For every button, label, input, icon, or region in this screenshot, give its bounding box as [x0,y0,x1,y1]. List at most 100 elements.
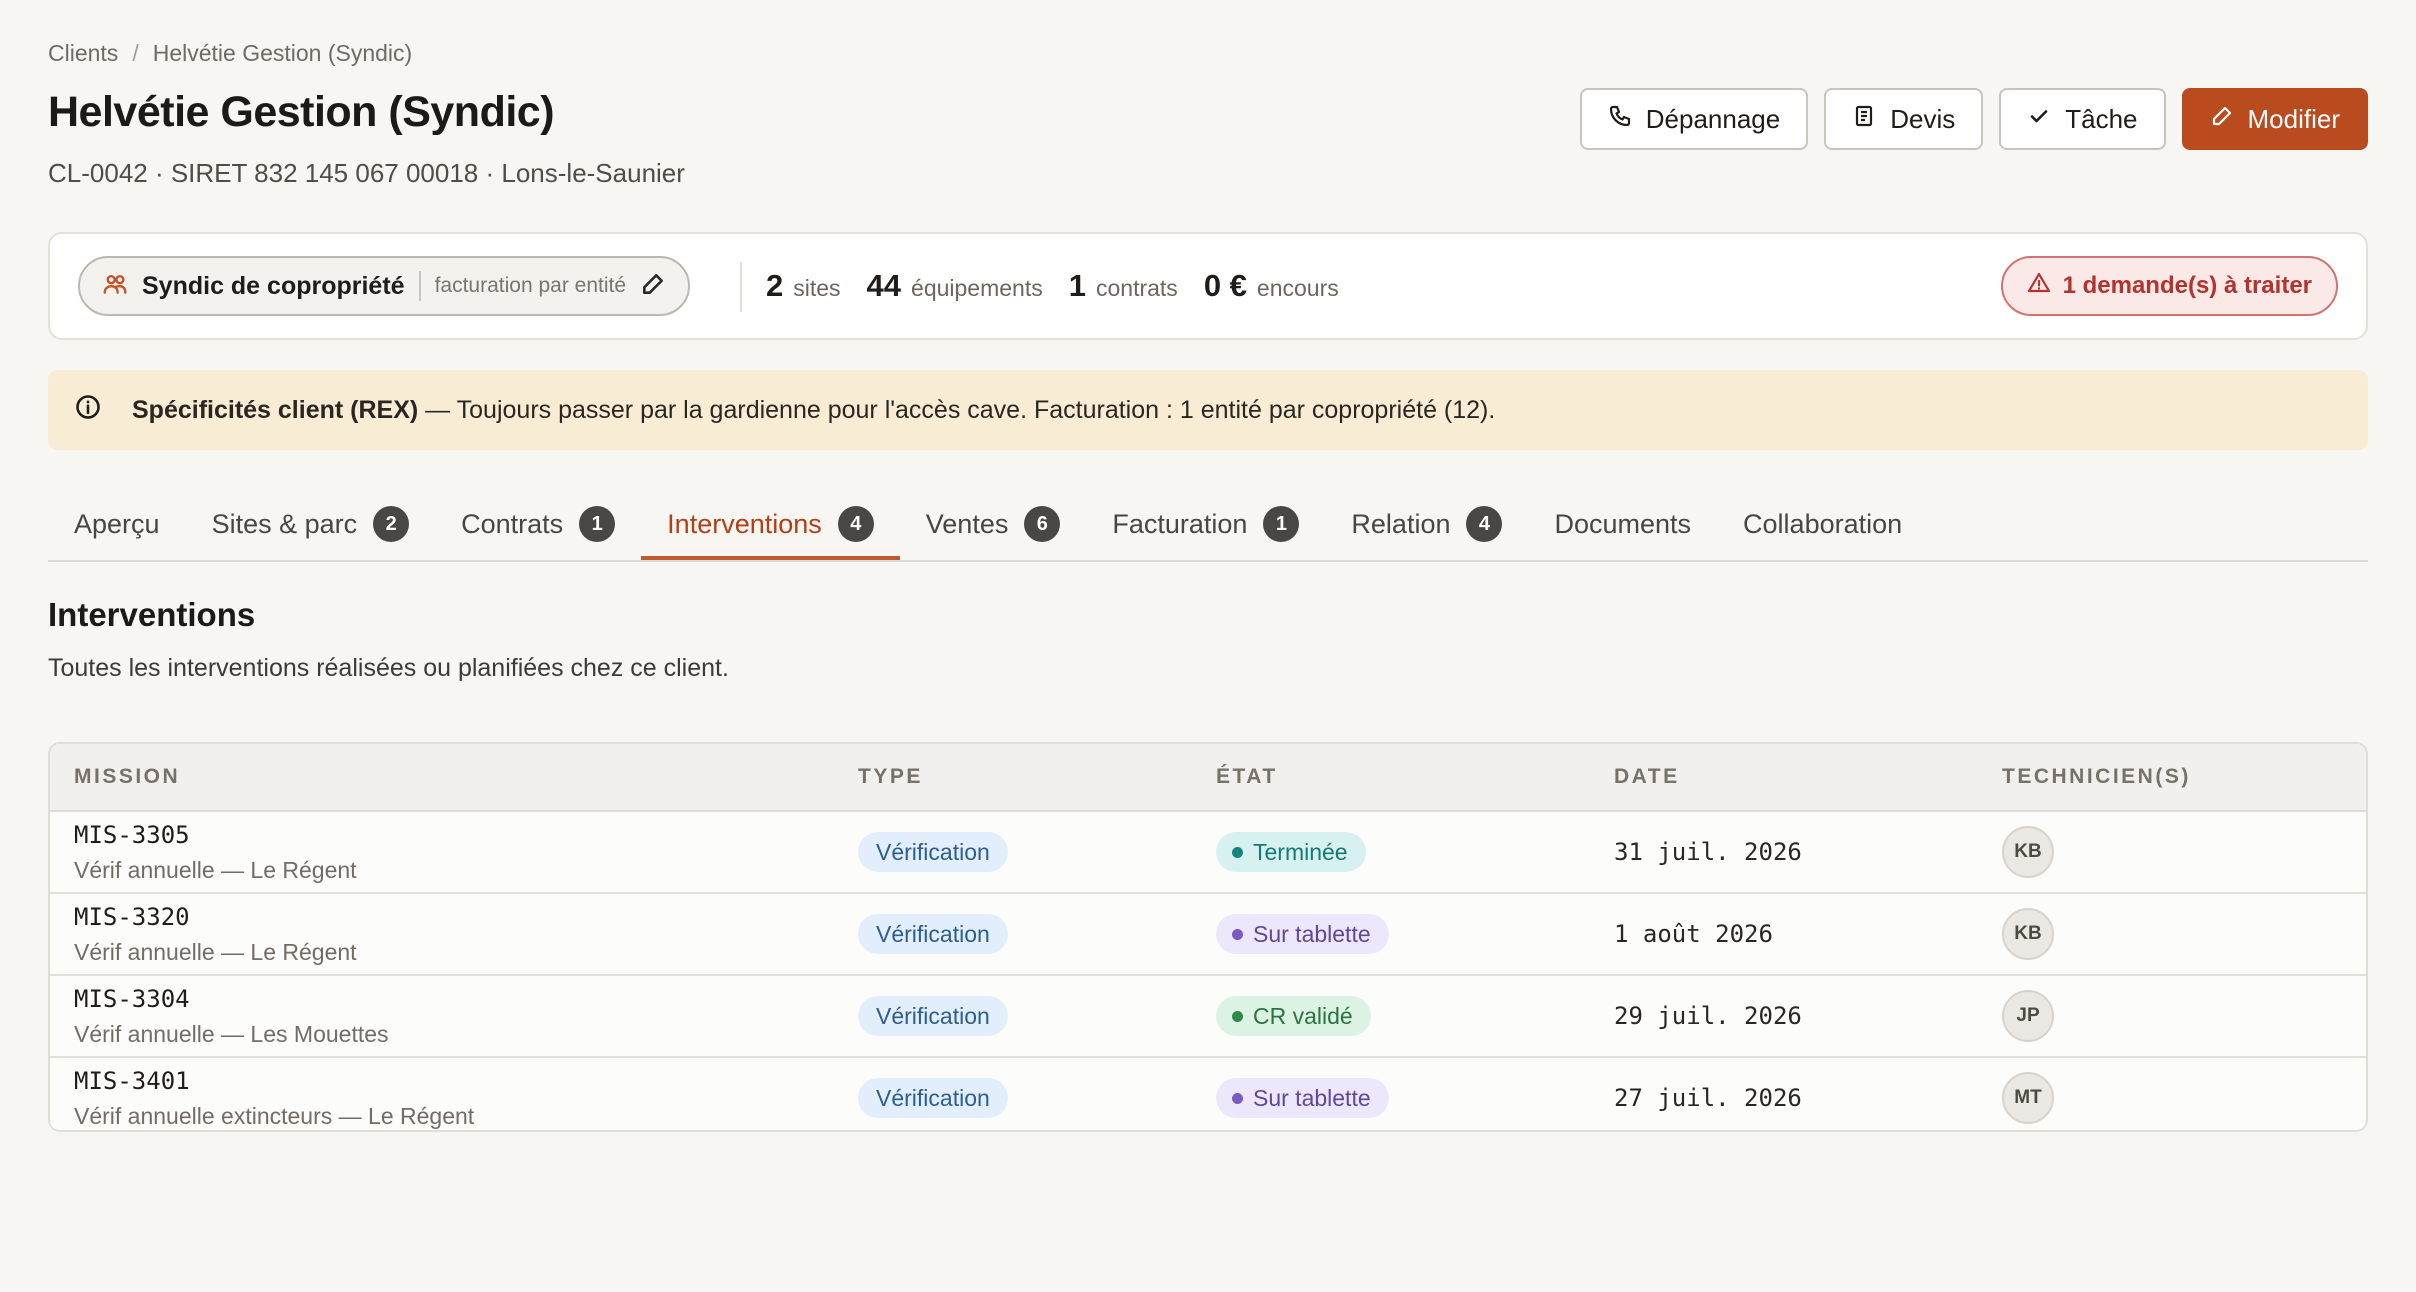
info-icon [74,393,102,428]
pill-divider [418,271,421,301]
warning-icon [2027,271,2051,302]
mission-id[interactable]: MIS-3305 [74,821,357,849]
status-dot [1232,846,1243,858]
mission-cell: MIS-3304 Vérif annuelle — Les Mouettes [74,985,389,1048]
tab-count-badge: 4 [837,506,874,542]
note-text: Spécificités client (REX) — Toujours pas… [132,396,1495,425]
mission-cell: MIS-3305 Vérif annuelle — Le Régent [74,821,357,884]
stat-encours-label: encours [1256,275,1339,301]
tab-apercu[interactable]: Aperçu [48,490,186,558]
mission-description: Vérif annuelle — Les Mouettes [74,1020,389,1047]
avatar[interactable]: KB [2002,826,2054,878]
tab-relation[interactable]: Relation 4 [1325,490,1528,558]
type-cell: Vérification [858,832,1008,872]
state-cell: Sur tablette [1216,914,1389,954]
client-tabs: Aperçu Sites & parc 2 Contrats 1 Interve… [48,490,2368,562]
section-title: Interventions [48,596,256,633]
type-badge: Vérification [858,1078,1008,1118]
column-header-mission[interactable]: MISSION [74,765,180,789]
status-label: Sur tablette [1253,920,1371,947]
technicians-cell: KB [2002,826,2054,878]
tab-count-badge: 4 [1466,506,1503,542]
tab-label: Relation [1351,508,1451,539]
table-row[interactable]: MIS-3320 Vérif annuelle — Le Régent Véri… [50,894,2366,976]
tache-label: Tâche [2065,103,2138,134]
column-header-state[interactable]: ÉTAT [1216,765,1278,789]
status-badge: Terminée [1216,832,1366,872]
section-description: Toutes les interventions réalisées ou pl… [48,654,729,682]
stat-sites: 2 sites [766,268,841,304]
modifier-button[interactable]: Modifier [2181,88,2368,150]
tab-label: Facturation [1112,508,1248,539]
technicians-cell: KB [2002,908,2054,960]
tab-count-badge: 1 [1263,506,1300,542]
mission-description: Vérif annuelle — Le Régent [74,856,357,883]
tab-count-badge: 6 [1024,506,1061,542]
status-dot [1232,1010,1243,1022]
phone-icon [1608,104,1632,135]
column-header-technicians[interactable]: TECHNICIEN(S) [2002,765,2191,789]
mission-id[interactable]: MIS-3320 [74,903,357,931]
table-row[interactable]: MIS-3305 Vérif annuelle — Le Régent Véri… [50,812,2366,894]
type-badge: Vérification [858,914,1008,954]
tache-button[interactable]: Tâche [1999,88,2166,150]
tab-contrats[interactable]: Contrats 1 [435,490,641,558]
devis-label: Devis [1890,103,1956,134]
status-badge: CR validé [1216,996,1371,1036]
tab-count-badge: 2 [373,506,410,542]
mission-cell: MIS-3320 Vérif annuelle — Le Régent [74,903,357,966]
date-cell: 27 juil. 2026 [1614,1084,1802,1112]
avatar[interactable]: JP [2002,990,2054,1042]
table-row[interactable]: MIS-3304 Vérif annuelle — Les Mouettes V… [50,976,2366,1058]
pending-requests-badge[interactable]: 1 demande(s) à traiter [2000,256,2338,316]
depannage-button[interactable]: Dépannage [1579,88,1809,150]
client-summary-bar: Syndic de copropriété facturation par en… [48,232,2368,340]
tab-sites-parc[interactable]: Sites & parc 2 [186,490,436,558]
status-badge: Sur tablette [1216,914,1389,954]
tab-interventions[interactable]: Interventions 4 [641,490,900,560]
status-label: CR validé [1253,1002,1353,1029]
tab-label: Interventions [667,508,822,539]
document-icon [1852,104,1876,135]
summary-divider [740,262,742,312]
mission-id[interactable]: MIS-3401 [74,1067,474,1095]
tab-documents[interactable]: Documents [1528,490,1717,558]
tab-collaboration[interactable]: Collaboration [1717,490,1928,558]
tab-count-badge: 1 [579,506,616,542]
tab-ventes[interactable]: Ventes 6 [900,490,1087,558]
pencil-icon[interactable] [640,271,666,302]
client-stats: 2 sites 44 équipements 1 contrats 0 € en… [766,234,1339,338]
status-label: Sur tablette [1253,1084,1371,1111]
client-type-label: Syndic de copropriété [142,271,405,300]
tab-label: Ventes [925,508,1009,539]
note-label: Spécificités client (REX) [132,395,419,424]
state-cell: Sur tablette [1216,1078,1389,1118]
breadcrumb-clients-link[interactable]: Clients [48,40,118,67]
breadcrumb-current: Helvétie Gestion (Syndic) [152,40,413,66]
tab-label: Sites & parc [211,508,358,539]
type-cell: Vérification [858,996,1008,1036]
tab-label: Aperçu [74,508,160,539]
column-header-type[interactable]: TYPE [858,765,923,789]
table-row[interactable]: MIS-3401 Vérif annuelle extincteurs — Le… [50,1058,2366,1130]
check-icon [2027,104,2051,135]
page-title: Helvétie Gestion (Syndic) [48,88,555,136]
avatar[interactable]: KB [2002,908,2054,960]
stat-contrats: 1 contrats [1069,268,1178,304]
page-subtitle: CL-0042 · SIRET 832 145 067 00018 · Lons… [48,158,685,188]
status-dot [1232,1092,1243,1104]
client-type-pill[interactable]: Syndic de copropriété facturation par en… [78,256,691,316]
devis-button[interactable]: Devis [1824,88,1984,150]
pencil-icon [2210,104,2234,135]
column-header-date[interactable]: DATE [1614,765,1680,789]
tab-label: Contrats [461,508,564,539]
interventions-table: MISSION TYPE ÉTAT DATE TECHNICIEN(S) MIS… [48,742,2368,1132]
avatar[interactable]: MT [2002,1072,2054,1124]
status-dot [1232,928,1243,940]
client-specifics-note: Spécificités client (REX) — Toujours pas… [48,370,2368,450]
mission-id[interactable]: MIS-3304 [74,985,389,1013]
tab-facturation[interactable]: Facturation 1 [1086,490,1325,558]
stat-contrats-value: 1 [1068,268,1086,303]
pending-requests-label: 1 demande(s) à traiter [2062,272,2312,299]
state-cell: Terminée [1216,832,1366,872]
